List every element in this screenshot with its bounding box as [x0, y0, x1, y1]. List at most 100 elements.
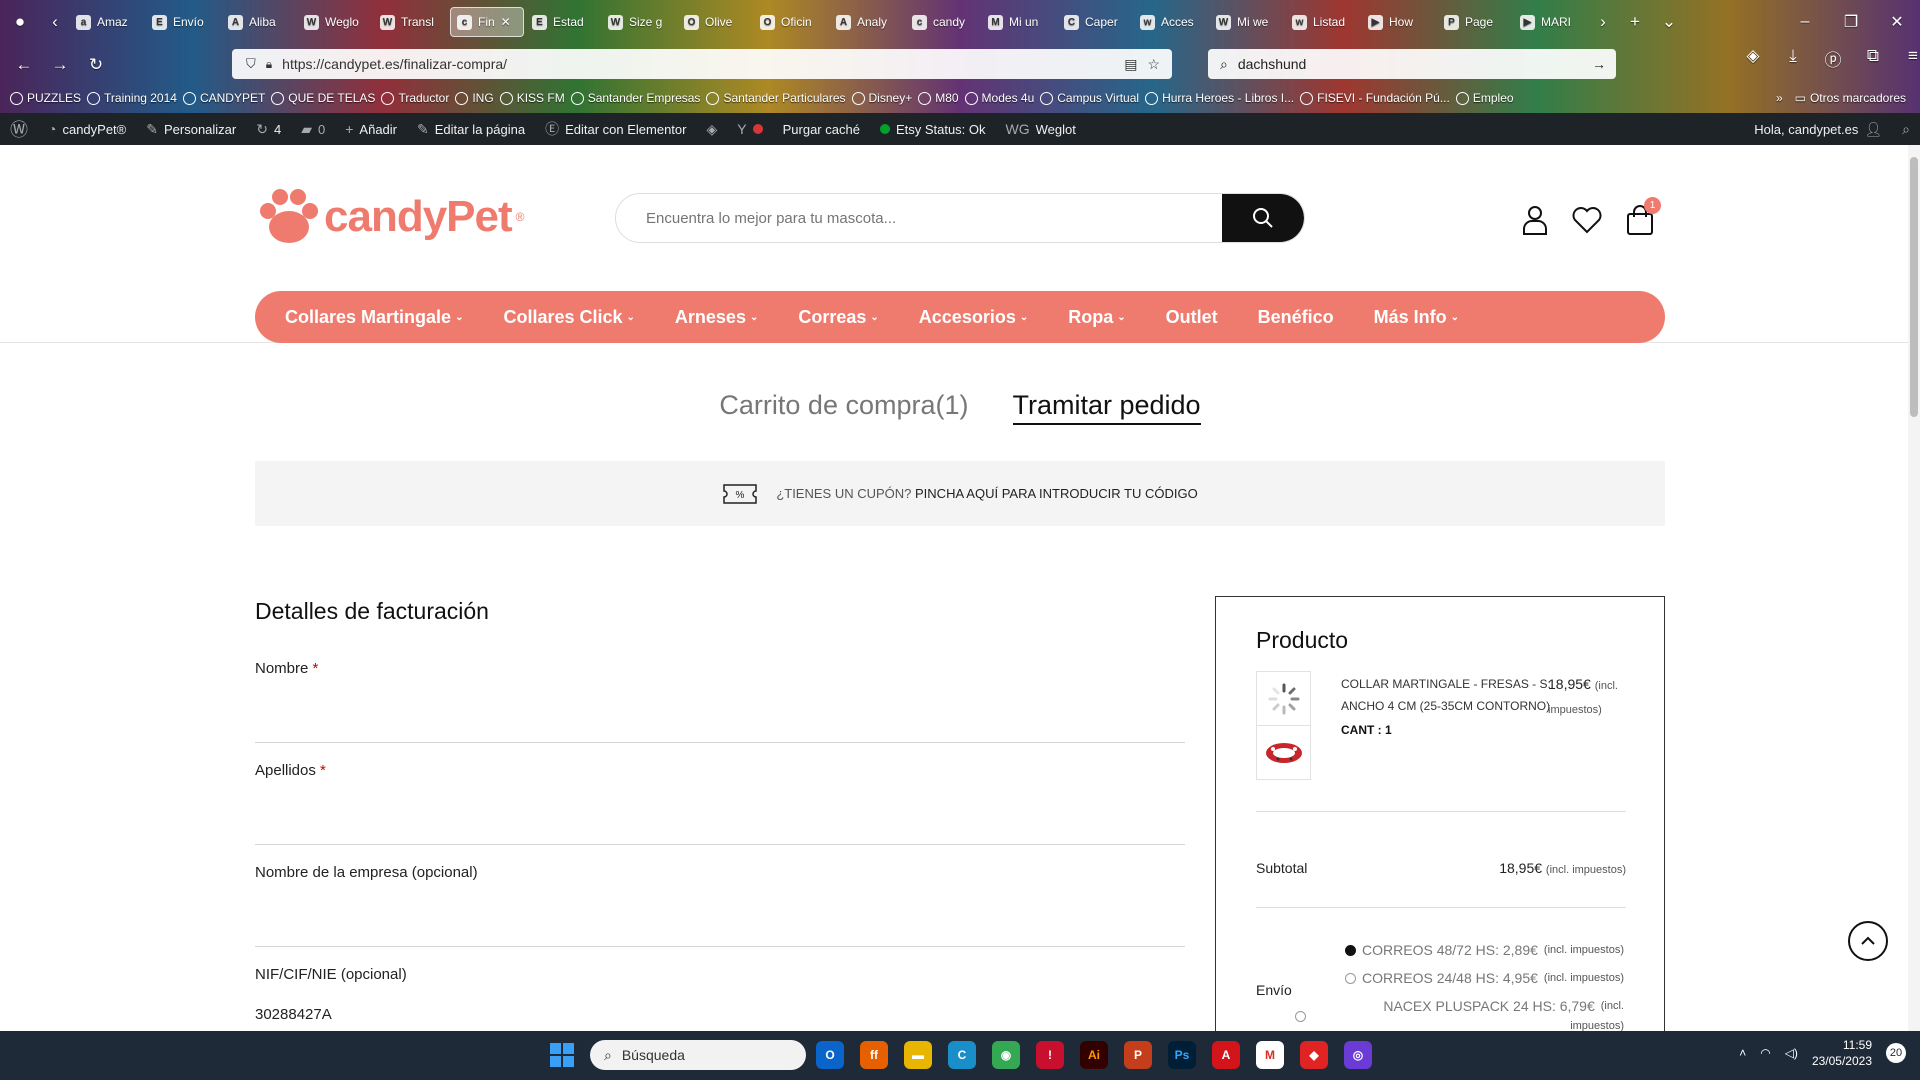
shipping-option-2[interactable]: CORREOS 24/48 HS: 4,95€ (incl. impuestos) — [1345, 970, 1624, 986]
bookmark-star-icon[interactable]: ☆ — [1147, 56, 1160, 73]
admin-diamond-link[interactable]: ◈ — [696, 113, 727, 145]
browser-tab[interactable]: A Aliba — [222, 7, 296, 37]
forward-icon[interactable]: → — [42, 55, 78, 75]
gmail-icon[interactable]: M — [1256, 1041, 1284, 1069]
field-last-name[interactable]: Apellidos * — [255, 762, 1185, 845]
browser-tab[interactable]: W Transl — [374, 7, 448, 37]
restore-icon[interactable]: ❐ — [1828, 12, 1874, 32]
firefox-menu-icon[interactable]: ● — [0, 12, 40, 32]
admin-weglot-link[interactable]: WG Weglot — [996, 113, 1086, 145]
wordpress-logo-icon[interactable]: Ⓦ — [0, 113, 38, 145]
site-search-input[interactable] — [616, 194, 1222, 242]
nav-item[interactable]: Collares Martingale ⌄ — [285, 307, 463, 328]
nav-item[interactable]: Más Info ⌄ — [1374, 307, 1459, 328]
app-red-icon[interactable]: ! — [1036, 1041, 1064, 1069]
app-menu-icon[interactable]: ≡ — [1895, 46, 1920, 71]
shipping-option-3[interactable]: NACEX PLUSPACK 24 HS: 6,79€ (incl. — [1383, 998, 1624, 1014]
bookmark-item[interactable]: Traductor — [381, 91, 449, 105]
scrollbar-thumb[interactable] — [1910, 157, 1918, 417]
url-text[interactable]: https://candypet.es/finalizar-compra/ — [282, 56, 507, 72]
browser-tab[interactable]: P Page — [1438, 7, 1512, 37]
nav-item[interactable]: Outlet — [1166, 307, 1218, 328]
browser-tab[interactable]: W Mi we — [1210, 7, 1284, 37]
reader-view-icon[interactable]: ▤ — [1124, 56, 1137, 73]
field-company[interactable]: Nombre de la empresa (opcional) — [255, 864, 1185, 947]
nav-item[interactable]: Ropa ⌄ — [1068, 307, 1125, 328]
nav-item[interactable]: Collares Click ⌄ — [503, 307, 634, 328]
illustrator-icon[interactable]: Ai — [1080, 1041, 1108, 1069]
back-icon[interactable]: ← — [6, 55, 42, 75]
url-bar[interactable]: ⛉ 🔒︎ https://candypet.es/finalizar-compr… — [232, 49, 1172, 79]
bookmark-item[interactable]: M80 — [918, 91, 959, 105]
admin-updates-link[interactable]: ↻ 4 — [246, 113, 291, 145]
pinterest-extension-icon[interactable]: ⓟ — [1815, 46, 1851, 71]
browser-tab[interactable]: A Analy — [830, 7, 904, 37]
nav-item[interactable]: Correas ⌄ — [798, 307, 878, 328]
browser-tab[interactable]: a Amaz — [70, 7, 144, 37]
bookmark-item[interactable]: KISS FM — [499, 91, 565, 105]
tray-chevron-icon[interactable]: ˄ — [1739, 1046, 1746, 1060]
admin-comments-link[interactable]: ▰ 0 — [291, 113, 335, 145]
chrome-icon[interactable]: ◉ — [992, 1041, 1020, 1069]
browser-tab[interactable]: ▶ MARI — [1514, 7, 1588, 37]
search-bar[interactable]: ⌕ dachshund → — [1208, 49, 1616, 79]
nav-item[interactable]: Arneses ⌄ — [675, 307, 758, 328]
account-button[interactable] — [1518, 203, 1552, 237]
browser-tab[interactable]: M Mi un — [982, 7, 1056, 37]
bookmark-item[interactable]: PUZZLES — [10, 91, 81, 105]
browser-tab[interactable]: w Listad — [1286, 7, 1360, 37]
wishlist-button[interactable] — [1570, 203, 1604, 237]
firefox-icon[interactable]: ff — [860, 1041, 888, 1069]
search-go-icon[interactable]: → — [1592, 56, 1606, 72]
page-scrollbar[interactable] — [1908, 145, 1920, 1031]
step-cart[interactable]: Carrito de compra(1) — [719, 390, 968, 425]
bookmark-item[interactable]: Santander Particulares — [706, 91, 846, 105]
admin-customize-link[interactable]: ✎ Personalizar — [136, 113, 246, 145]
browser-tab[interactable]: c candy — [906, 7, 980, 37]
new-tab-icon[interactable]: + — [1618, 12, 1652, 32]
bookmarks-overflow-icon[interactable]: » — [1776, 91, 1783, 105]
admin-site-link[interactable]: ◔ candyPet® — [38, 113, 136, 145]
notification-badge[interactable]: 20 — [1886, 1043, 1906, 1063]
bookmark-item[interactable]: Campus Virtual — [1040, 91, 1139, 105]
bookmark-item[interactable]: ING — [455, 91, 494, 105]
browser-tab[interactable]: w Acces — [1134, 7, 1208, 37]
product-thumbnail[interactable] — [1256, 725, 1311, 780]
browser-tab[interactable]: E Estad — [526, 7, 600, 37]
step-checkout[interactable]: Tramitar pedido — [1012, 390, 1201, 425]
volume-icon[interactable]: ◁) — [1785, 1046, 1798, 1060]
bookmark-item[interactable]: FISEVI - Fundación Pú... — [1300, 91, 1450, 105]
admin-elementor-link[interactable]: Ⓔ Editar con Elementor — [535, 113, 696, 145]
nav-item[interactable]: Accesorios ⌄ — [919, 307, 1028, 328]
bookmark-item[interactable]: Santander Empresas — [570, 91, 700, 105]
windows-start-icon[interactable] — [550, 1043, 574, 1067]
tab-scroll-right-icon[interactable]: › — [1588, 12, 1618, 32]
admin-account-link[interactable]: Hola, candypet.es 👤︎ — [1744, 113, 1892, 145]
wifi-icon[interactable]: ◠ — [1760, 1046, 1770, 1060]
field-nif[interactable]: NIF/CIF/NIE (opcional) 30288427A — [255, 966, 1185, 1023]
pocket-icon[interactable]: ◈ — [1735, 46, 1771, 71]
back-to-top-button[interactable] — [1848, 921, 1888, 961]
bookmark-item[interactable]: Empleo — [1455, 91, 1514, 105]
browser-tab[interactable]: ▶ How — [1362, 7, 1436, 37]
coupon-banner[interactable]: % ¿TIENES UN CUPÓN? PINCHA AQUÍ PARA INT… — [255, 461, 1665, 526]
taskbar-search[interactable]: ⌕ Búsqueda — [590, 1040, 806, 1070]
bookmark-item[interactable]: QUE DE TELAS — [271, 91, 375, 105]
powerpoint-icon[interactable]: P — [1124, 1041, 1152, 1069]
tab-scroll-left-icon[interactable]: ‹ — [40, 12, 70, 32]
app-purple-icon[interactable]: ◎ — [1344, 1041, 1372, 1069]
field-first-name[interactable]: Nombre * — [255, 660, 1185, 743]
bookmark-item[interactable]: Training 2014 — [87, 91, 177, 105]
bookmark-item[interactable]: Disney+ — [851, 91, 912, 105]
browser-tab[interactable]: W Size g — [602, 7, 676, 37]
downloads-icon[interactable]: ⤓ — [1775, 46, 1811, 71]
extensions-icon[interactable]: ⧉ — [1855, 46, 1891, 71]
acrobat-icon[interactable]: A — [1212, 1041, 1240, 1069]
nav-item[interactable]: Benéfico — [1258, 307, 1334, 328]
minimize-icon[interactable]: – — [1782, 13, 1828, 31]
admin-add-link[interactable]: + Añadir — [335, 113, 407, 145]
admin-search-icon[interactable]: ⌕ — [1892, 113, 1920, 145]
field-value[interactable]: 30288427A — [255, 1006, 332, 1023]
shipping-option-1[interactable]: CORREOS 48/72 HS: 2,89€ (incl. impuestos) — [1345, 942, 1624, 958]
file-explorer-icon[interactable]: ▬ — [904, 1041, 932, 1069]
